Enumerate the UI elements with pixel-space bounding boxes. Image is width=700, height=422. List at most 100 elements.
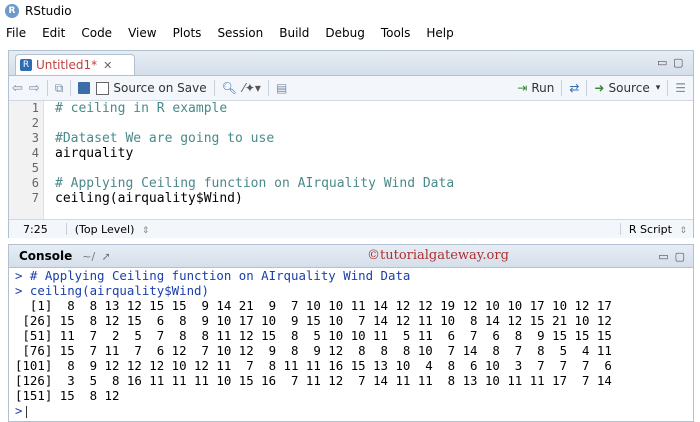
console-header: Console ~/ ➚ ©tutorialgateway.org ▭ ▢ xyxy=(9,245,693,268)
save-icon xyxy=(78,82,91,94)
menu-tools[interactable]: Tools xyxy=(373,26,419,40)
line-number: 4 xyxy=(31,146,39,160)
minimize-pane-icon[interactable]: ▭ xyxy=(658,250,668,263)
source-button[interactable]: ➜ Source xyxy=(591,79,652,97)
editor-tab-bar: R Untitled1* ✕ ▭ ▢ xyxy=(9,51,693,76)
file-type-updown-icon: ⇕ xyxy=(679,225,687,236)
code-line: 1 # ceiling in R example xyxy=(9,101,693,116)
text-cursor xyxy=(26,405,28,418)
maximize-pane-icon[interactable]: ▢ xyxy=(675,250,685,263)
scope-updown-icon: ⇕ xyxy=(141,225,150,236)
file-type-selector[interactable]: R Script ⇕ xyxy=(629,223,687,236)
line-text: airquality xyxy=(55,146,134,161)
r-script-icon: R xyxy=(20,59,32,71)
line-number: 7 xyxy=(31,191,39,205)
source-dropdown-chevron-icon[interactable]: ▾ xyxy=(653,79,664,97)
line-text: #Dataset We are going to use xyxy=(55,131,275,146)
save-button[interactable] xyxy=(75,79,93,97)
line-number: 6 xyxy=(31,176,39,190)
console-output-line: [126] 3 5 8 16 11 11 11 10 15 16 7 11 12… xyxy=(15,373,612,388)
console-output-line: [1] 8 8 13 12 15 15 9 14 21 9 7 10 10 11… xyxy=(15,298,612,313)
console-prompt-line[interactable]: > xyxy=(15,403,28,418)
editor-status-bar: 7:25 (Top Level) ⇕ R Script ⇕ xyxy=(9,219,693,238)
menu-plots[interactable]: Plots xyxy=(165,26,210,40)
menu-bar: File Edit Code View Plots Session Build … xyxy=(0,22,700,44)
menu-debug[interactable]: Debug xyxy=(317,26,372,40)
file-type-label: R Script xyxy=(628,222,672,236)
console-prompt: > xyxy=(15,403,23,418)
window-title: RStudio xyxy=(25,4,72,18)
toolbar-divider xyxy=(561,80,563,96)
document-outline-icon[interactable]: ☰ xyxy=(672,79,689,97)
scope-label: (Top Level) xyxy=(74,222,135,236)
code-line: 2 xyxy=(9,116,693,131)
working-directory: ~/ ➚ xyxy=(82,250,111,263)
source-arrow-icon: ➜ xyxy=(594,81,605,95)
close-icon[interactable]: ✕ xyxy=(103,59,112,72)
title-bar: R RStudio xyxy=(0,0,700,22)
console-output-line: [51] 11 7 2 5 7 8 8 11 12 15 8 5 10 10 1… xyxy=(15,328,612,343)
back-arrow-icon[interactable]: ⇦ xyxy=(9,79,26,97)
toolbar-divider xyxy=(213,80,215,96)
menu-help[interactable]: Help xyxy=(418,26,461,40)
toolbar-divider xyxy=(70,80,72,96)
code-line: 7 ceiling(airquality$Wind) xyxy=(9,191,693,206)
code-line: 4 airquality xyxy=(9,146,693,161)
menu-view[interactable]: View xyxy=(120,26,164,40)
code-tools-wand-icon[interactable]: ⁄✦▾ xyxy=(240,79,264,97)
source-editor-pane: R Untitled1* ✕ ▭ ▢ ⇦ ⇨ ⧉ Source on Save … xyxy=(8,50,694,238)
menu-build[interactable]: Build xyxy=(271,26,317,40)
go-to-directory-arrow-icon[interactable]: ➚ xyxy=(102,250,111,263)
line-text: # ceiling in R example xyxy=(55,101,228,116)
status-divider xyxy=(65,223,67,235)
compile-report-icon[interactable]: ▤ xyxy=(273,79,290,97)
line-text: # Applying Ceiling function on AIrqualit… xyxy=(55,176,455,191)
forward-arrow-icon[interactable]: ⇨ xyxy=(26,79,43,97)
toolbar-divider xyxy=(586,80,588,96)
code-editor[interactable]: 1 # ceiling in R example 2 3 #Dataset We… xyxy=(9,101,693,221)
run-label: Run xyxy=(531,81,555,95)
console-output-line: [26] 15 8 12 15 6 8 9 10 17 10 9 15 10 7… xyxy=(15,313,612,328)
source-on-save-toggle[interactable]: Source on Save xyxy=(93,79,209,97)
maximize-pane-icon[interactable]: ▢ xyxy=(673,56,683,69)
console-output[interactable]: > # Applying Ceiling function on AIrqual… xyxy=(9,268,693,420)
run-arrow-icon: ⇥ xyxy=(517,81,528,95)
menu-edit[interactable]: Edit xyxy=(34,26,73,40)
rerun-icon[interactable]: ⇄ xyxy=(566,79,582,97)
toolbar-divider xyxy=(267,80,269,96)
minimize-pane-icon[interactable]: ▭ xyxy=(657,56,667,69)
source-on-save-checkbox[interactable] xyxy=(96,81,110,95)
line-number: 1 xyxy=(31,101,39,115)
console-output-line: [101] 8 9 12 12 12 10 12 11 7 8 11 11 16… xyxy=(15,358,612,373)
code-line: 5 xyxy=(9,161,693,176)
console-command-line: > # Applying Ceiling function on AIrqual… xyxy=(15,268,411,283)
console-output-line: [151] 15 8 12 xyxy=(15,388,120,403)
search-icon[interactable]: 🔍︎ xyxy=(219,79,240,97)
cursor-position: 7:25 xyxy=(23,222,48,236)
console-command-line: > ceiling(airquality$Wind) xyxy=(15,283,209,298)
tab-untitled1[interactable]: R Untitled1* ✕ xyxy=(15,54,135,75)
menu-code[interactable]: Code xyxy=(73,26,120,40)
console-output-line: [76] 15 7 11 7 6 12 7 10 12 9 8 9 12 8 8… xyxy=(15,343,612,358)
line-number: 2 xyxy=(31,116,39,130)
source-on-save-label: Source on Save xyxy=(113,81,207,95)
show-in-window-icon[interactable]: ⧉ xyxy=(52,79,67,97)
run-button[interactable]: ⇥ Run xyxy=(514,79,557,97)
working-directory-path: ~/ xyxy=(82,249,96,263)
watermark: ©tutorialgateway.org xyxy=(367,248,509,263)
menu-file[interactable]: File xyxy=(0,26,34,40)
console-title: Console xyxy=(19,249,73,263)
rstudio-logo-icon: R xyxy=(5,4,19,18)
toolbar-divider xyxy=(667,80,669,96)
editor-toolbar: ⇦ ⇨ ⧉ Source on Save 🔍︎ ⁄✦▾ ▤ ⇥ Run ⇄ ➜ … xyxy=(9,76,693,101)
console-pane: Console ~/ ➚ ©tutorialgateway.org ▭ ▢ > … xyxy=(8,244,694,422)
scope-selector[interactable]: (Top Level) ⇕ xyxy=(75,223,150,236)
code-line: 6 # Applying Ceiling function on AIrqual… xyxy=(9,176,693,191)
line-number: 3 xyxy=(31,131,39,145)
source-label: Source xyxy=(608,81,650,95)
line-number: 5 xyxy=(31,161,39,175)
menu-session[interactable]: Session xyxy=(209,26,271,40)
tab-label: Untitled1* xyxy=(36,58,98,72)
code-line: 3 #Dataset We are going to use xyxy=(9,131,693,146)
status-divider xyxy=(619,223,621,235)
